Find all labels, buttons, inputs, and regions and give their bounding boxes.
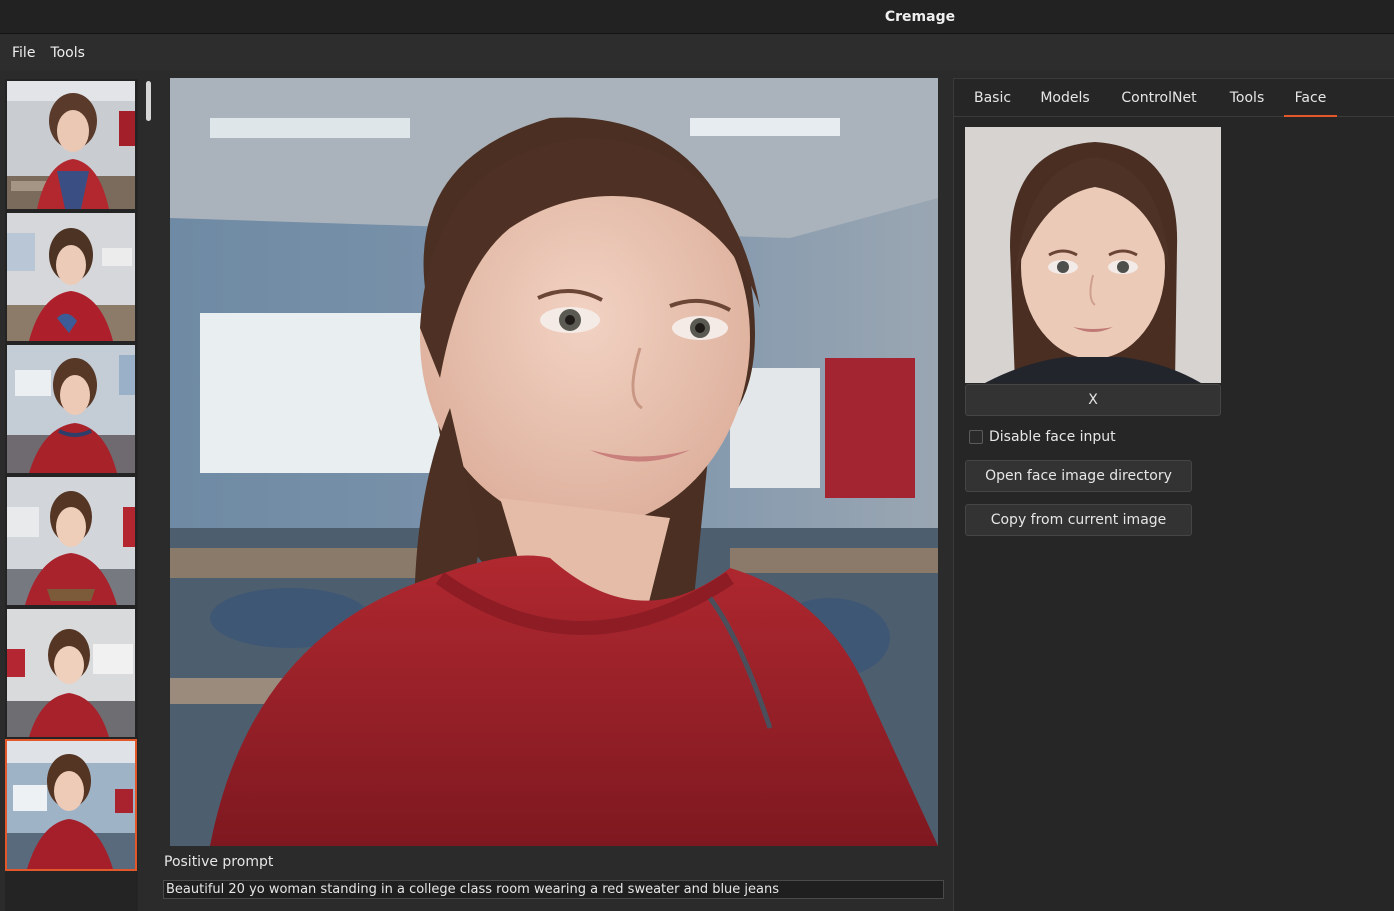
tab-tools[interactable]: Tools (1228, 79, 1266, 117)
disable-face-checkbox[interactable] (969, 430, 983, 444)
positive-prompt-input[interactable]: Beautiful 20 yo woman standing in a coll… (163, 880, 944, 899)
title-bar: Cremage (0, 0, 1394, 34)
tab-basic[interactable]: Basic (974, 79, 1011, 117)
generated-image (170, 78, 938, 846)
disable-face-label: Disable face input (989, 429, 1116, 445)
menu-file[interactable]: File (12, 45, 35, 61)
copy-from-current-image-button[interactable]: Copy from current image (965, 504, 1192, 536)
window-title: Cremage (884, 8, 956, 25)
thumbnail-image-selected[interactable] (5, 739, 137, 871)
face-image-preview (965, 127, 1221, 383)
tab-face[interactable]: Face (1284, 79, 1337, 117)
thumbnail-image[interactable] (7, 81, 135, 209)
right-panel: Basic Models ControlNet Tools Face X Dis… (953, 78, 1394, 911)
disable-face-row[interactable]: Disable face input (969, 429, 1116, 445)
thumbnail-image[interactable] (7, 345, 135, 473)
thumbnail-image[interactable] (7, 213, 135, 341)
open-face-directory-button[interactable]: Open face image directory (965, 460, 1192, 492)
tab-controlnet[interactable]: ControlNet (1121, 79, 1197, 117)
menu-bar: File Tools (0, 35, 1394, 70)
clear-face-button[interactable]: X (965, 384, 1221, 416)
thumbnail-scrollbar[interactable] (143, 79, 155, 869)
thumbnail-list (5, 79, 138, 911)
tab-bar: Basic Models ControlNet Tools Face (954, 79, 1394, 117)
tab-models[interactable]: Models (1040, 79, 1090, 117)
thumbnail-image[interactable] (7, 609, 135, 737)
thumbnail-image[interactable] (7, 477, 135, 605)
positive-prompt-label: Positive prompt (164, 854, 274, 870)
menu-tools[interactable]: Tools (50, 45, 85, 61)
scrollbar-thumb[interactable] (146, 81, 151, 121)
